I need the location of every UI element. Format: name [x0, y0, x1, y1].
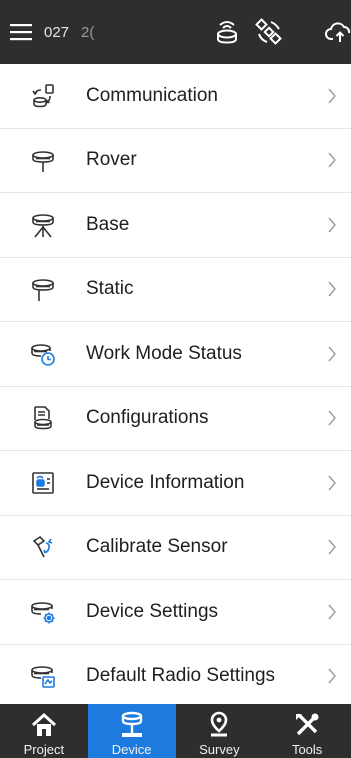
status-value-right: 2( [81, 23, 95, 41]
menu-item-label: Default Radio Settings [86, 665, 276, 687]
menu-item-default-radio-settings[interactable]: Default Radio Settings [0, 645, 351, 709]
chevron-right-icon [317, 129, 347, 193]
radio-settings-icon [0, 645, 86, 709]
cloud-upload-icon[interactable] [322, 15, 351, 49]
communication-icon [0, 64, 86, 128]
configurations-icon [0, 387, 86, 451]
menu-item-base[interactable]: Base [0, 193, 351, 258]
hamburger-menu-icon[interactable] [0, 0, 42, 64]
device-settings-icon [0, 580, 86, 644]
tab-label: Tools [291, 742, 323, 757]
tab-label: Survey [199, 742, 240, 757]
menu-item-label: Device Information [86, 471, 245, 493]
device-information-icon [0, 451, 86, 515]
rover-icon [0, 129, 86, 193]
chevron-right-icon [317, 387, 347, 451]
menu-item-label: Communication [86, 84, 218, 106]
tab-device[interactable]: Device [87, 704, 176, 758]
tab-project[interactable]: Project [0, 704, 88, 758]
gnss-receiver-icon[interactable] [210, 15, 244, 49]
status-readout: 027 2( [44, 24, 94, 41]
chevron-right-icon [317, 64, 347, 128]
top-bar: 027 2( [0, 0, 351, 64]
home-icon [31, 712, 56, 736]
tools-icon [296, 713, 319, 736]
bottom-tab-bar: Project Device Survey Tools [0, 704, 351, 758]
chevron-right-icon [317, 645, 347, 709]
menu-item-label: Static [86, 278, 134, 300]
work-mode-status-icon [0, 322, 86, 386]
menu-item-rover[interactable]: Rover [0, 129, 351, 193]
menu-item-label: Calibrate Sensor [86, 536, 228, 558]
device-icon [121, 711, 142, 737]
menu-item-label: Rover [86, 149, 137, 171]
menu-item-device-settings[interactable]: Device Settings [0, 580, 351, 645]
satellite-icon[interactable] [252, 15, 286, 49]
chevron-right-icon [317, 322, 347, 386]
chevron-right-icon [317, 193, 347, 257]
menu-item-calibrate-sensor[interactable]: Calibrate Sensor [0, 516, 351, 580]
chevron-right-icon [317, 580, 347, 644]
menu-item-label: Work Mode Status [86, 342, 242, 364]
tab-label: Project [23, 742, 65, 757]
status-value-left: 027 [44, 23, 70, 41]
device-menu-list: Communication Rover Base Static Work Mod… [0, 64, 351, 709]
chevron-right-icon [317, 258, 347, 322]
menu-item-work-mode-status[interactable]: Work Mode Status [0, 322, 351, 387]
menu-item-configurations[interactable]: Configurations [0, 387, 351, 451]
menu-item-static[interactable]: Static [0, 258, 351, 322]
menu-item-label: Base [86, 213, 130, 235]
chevron-right-icon [317, 451, 347, 515]
base-tripod-icon [0, 193, 86, 257]
tab-survey[interactable]: Survey [176, 704, 264, 758]
tab-tools[interactable]: Tools [263, 704, 351, 758]
menu-item-communication[interactable]: Communication [0, 64, 351, 129]
menu-item-label: Configurations [86, 407, 209, 429]
survey-pin-icon [211, 711, 228, 737]
static-icon [0, 258, 86, 322]
menu-item-device-information[interactable]: Device Information [0, 451, 351, 516]
calibrate-sensor-icon [0, 516, 86, 580]
chevron-right-icon [317, 516, 347, 580]
menu-item-label: Device Settings [86, 600, 219, 622]
tab-label: Device [111, 742, 152, 757]
